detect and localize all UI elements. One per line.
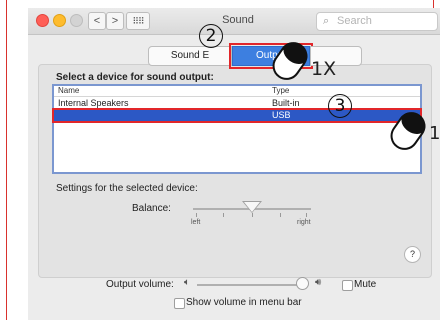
- balance-tick: [280, 213, 281, 217]
- settings-selected-device-label: Settings for the selected device:: [56, 183, 198, 194]
- minimize-button[interactable]: [53, 14, 66, 27]
- device-type: Built-in: [272, 98, 300, 108]
- output-volume-slider-knob[interactable]: [296, 277, 309, 290]
- speaker-high-icon: 🔊︎: [315, 277, 322, 288]
- help-button[interactable]: ?: [404, 246, 421, 263]
- device-list: Name Type Internal Speakers Built-in USB: [52, 84, 422, 174]
- speaker-low-icon: 🔈︎: [184, 277, 190, 288]
- click-once-label: 1: [429, 123, 440, 144]
- back-button[interactable]: <: [88, 12, 106, 30]
- search-icon: ⌕: [323, 15, 330, 27]
- zoom-button[interactable]: [70, 14, 83, 27]
- step-2-callout: 2: [199, 24, 223, 48]
- window-title: Sound: [222, 14, 254, 26]
- step-3-callout: 3: [328, 94, 352, 118]
- output-volume-slider-track[interactable]: [197, 284, 297, 286]
- balance-tick: [252, 213, 253, 217]
- balance-label: Balance:: [132, 203, 171, 214]
- close-button[interactable]: [36, 14, 49, 27]
- mouse-click-icon: [390, 112, 426, 150]
- header-divider: [54, 96, 420, 97]
- balance-right-label: right: [297, 219, 311, 226]
- tab-sound-effects[interactable]: Sound E: [148, 46, 232, 66]
- show-volume-label: Show volume in menu bar: [186, 297, 302, 308]
- select-device-label: Select a device for sound output:: [56, 72, 214, 83]
- forward-button[interactable]: >: [106, 12, 124, 30]
- search-field[interactable]: ⌕ Search: [316, 12, 438, 31]
- device-type: USB: [272, 110, 291, 120]
- column-header-name[interactable]: Name: [58, 86, 79, 95]
- mute-label: Mute: [354, 279, 377, 290]
- device-row-usb[interactable]: USB: [52, 108, 422, 123]
- device-name: Internal Speakers: [58, 98, 129, 108]
- show-all-grid-button[interactable]: ⠿⠿: [126, 12, 150, 30]
- balance-tick: [306, 213, 307, 217]
- column-header-type[interactable]: Type: [272, 86, 289, 95]
- click-once-label: 1X: [311, 58, 337, 80]
- mute-checkbox[interactable]: [342, 280, 353, 291]
- balance-tick: [196, 213, 197, 217]
- search-placeholder: Search: [337, 15, 372, 27]
- balance-tick: [223, 213, 224, 217]
- mouse-click-icon: [272, 42, 308, 80]
- balance-left-label: left: [191, 219, 201, 226]
- left-guide-line: [6, 0, 7, 320]
- show-volume-checkbox[interactable]: [174, 298, 185, 309]
- title-bar: < > ⠿⠿ Sound ⌕ Search: [28, 8, 440, 35]
- device-row-internal-speakers[interactable]: Internal Speakers Built-in: [54, 98, 420, 109]
- output-volume-label: Output volume:: [106, 279, 174, 290]
- balance-slider-knob[interactable]: [244, 202, 260, 212]
